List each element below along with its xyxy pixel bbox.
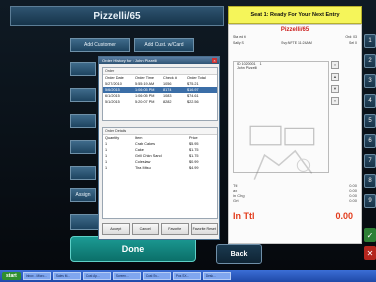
- table-row[interactable]: 5/1/2015 5:20:07 PM 8282 $22.56: [103, 99, 217, 105]
- left-action-button[interactable]: [70, 140, 96, 154]
- favorite-button[interactable]: Favorite: [161, 223, 189, 235]
- orders-panel: Order Order Date Order Time Check # Orde…: [102, 67, 218, 121]
- column-header: Order Time: [135, 76, 154, 80]
- scroll-up-icon[interactable]: ▲: [331, 73, 339, 81]
- ticket-station: Sta ed ti: [233, 35, 246, 39]
- cancel-x-icon[interactable]: ✕: [364, 246, 376, 260]
- ticket-totals: Ttl 0.00 ax 0.00 in Chg 0.00 Grt 0.00: [231, 183, 359, 203]
- dialog-title: Order History for : John Pizzelli: [99, 57, 219, 64]
- ticket-scroll-controls: × ▲ ▼ »: [331, 61, 339, 173]
- seat-button-7[interactable]: 7: [364, 154, 376, 168]
- pos-screen: Pizzelli/65 Add Customer Add Cust. w/Car…: [0, 0, 376, 282]
- taskbar-item[interactable]: Pos SX...: [172, 272, 201, 280]
- total-line: Grt 0.00: [233, 198, 357, 203]
- ticket-title: Pizzelli/65: [280, 27, 310, 33]
- taskbar-item[interactable]: Cust Sv...: [142, 272, 171, 280]
- cancel-button[interactable]: Cancel: [131, 223, 159, 235]
- grand-total: In Ttl 0.00: [229, 211, 357, 221]
- ticket-service: Svy:NFTE 11:24AM: [281, 41, 312, 45]
- close-icon[interactable]: ×: [212, 58, 217, 63]
- add-customer-card-button[interactable]: Add Cust. w/Card: [134, 38, 194, 52]
- seat-button-8[interactable]: 8: [364, 174, 376, 188]
- column-header: Order Date: [105, 76, 124, 80]
- left-action-button[interactable]: [70, 114, 96, 128]
- taskbar-item[interactable]: Cust Ap...: [82, 272, 111, 280]
- close-icon[interactable]: ×: [331, 61, 339, 69]
- column-header: Item: [135, 136, 143, 140]
- column-header: Quantity: [105, 136, 120, 140]
- favorite-reset-button[interactable]: Favorite Reset: [190, 223, 218, 235]
- left-action-button[interactable]: [70, 88, 96, 102]
- seat-button-5[interactable]: 5: [364, 114, 376, 128]
- seat-number-column: 1 2 3 4 5 6 7 8 9: [364, 34, 376, 214]
- details-caption: Order Details: [103, 128, 217, 135]
- seat-button-9[interactable]: 9: [364, 194, 376, 208]
- left-action-button[interactable]: [70, 62, 96, 76]
- ticket-seat: Sel 0: [349, 41, 357, 45]
- seat-button-2[interactable]: 2: [364, 54, 376, 68]
- detail-row[interactable]: 1 Tira Mtsu $4.99: [103, 165, 217, 171]
- scroll-end-icon[interactable]: »: [331, 97, 339, 105]
- left-action-button[interactable]: [70, 166, 96, 180]
- order-history-dialog: Order History for : John Pizzelli × Orde…: [98, 56, 220, 240]
- page-title: Pizzelli/65: [10, 6, 224, 26]
- start-button[interactable]: start: [2, 272, 21, 280]
- status-bar: Seat 1: Ready For Your Next Entry: [228, 6, 362, 24]
- dialog-button-row: Accept Cancel Favorite Favorite Reset: [102, 223, 218, 235]
- taskbar-item[interactable]: Sales M...: [52, 272, 81, 280]
- accept-button[interactable]: Accept: [102, 223, 130, 235]
- assign-button[interactable]: Assign: [70, 188, 96, 202]
- back-button[interactable]: Back: [216, 244, 262, 264]
- column-header: Price: [189, 136, 198, 140]
- checkmark-icon[interactable]: ✓: [364, 228, 376, 242]
- ticket-line: John Pizzelli: [237, 66, 257, 70]
- seat-button-4[interactable]: 4: [364, 94, 376, 108]
- ticket-item-list[interactable]: ID 1020001 1 John Pizzelli: [233, 61, 329, 180]
- scroll-down-icon[interactable]: ▼: [331, 85, 339, 93]
- taskbar-item[interactable]: Desk...: [202, 272, 231, 280]
- seat-button-1[interactable]: 1: [364, 34, 376, 48]
- ticket-order-number: Ord: 03: [345, 35, 357, 39]
- seat-button-3[interactable]: 3: [364, 74, 376, 88]
- grand-total-label: In Ttl: [233, 211, 255, 221]
- watermark-image: [249, 125, 315, 180]
- os-taskbar: start Inbox - Micro... Sales M... Cust A…: [0, 270, 376, 282]
- order-details-panel: Order Details Quantity Item Price 1 Crab …: [102, 127, 218, 219]
- taskbar-item[interactable]: Inbox - Micro...: [22, 272, 51, 280]
- column-header: Check #: [163, 76, 177, 80]
- line-qty: 1: [259, 62, 262, 66]
- add-customer-button[interactable]: Add Customer: [70, 38, 130, 52]
- ticket-subheader: Sta ed ti Ord: 03: [229, 35, 361, 39]
- grand-total-value: 0.00: [335, 211, 353, 221]
- order-ticket: Pizzelli/65 Sta ed ti Ord: 03 Sally S Sv…: [228, 24, 362, 244]
- orders-caption: Order: [103, 68, 217, 75]
- server-name: Sally S: [233, 41, 244, 45]
- ticket-meta: Sally S Svy:NFTE 11:24AM Sel 0: [229, 41, 361, 45]
- seat-button-6[interactable]: 6: [364, 134, 376, 148]
- column-header: Order Total: [187, 76, 206, 80]
- taskbar-item[interactable]: Screen...: [112, 272, 141, 280]
